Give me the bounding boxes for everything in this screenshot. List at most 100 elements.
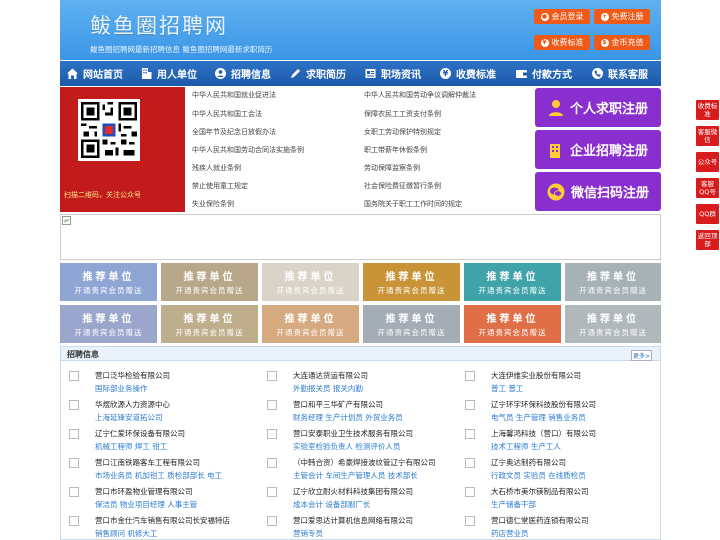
nav-jobs[interactable]: 招聘信息	[208, 61, 283, 86]
job-entry[interactable]: 营口德仁堂医药连锁有限公司 药店营业员	[461, 512, 651, 540]
company-name[interactable]: 营口和平三华矿产有限公司	[293, 399, 383, 410]
promo-tile[interactable]: 推荐单位 开通贵宾会员赠送	[565, 263, 661, 301]
pricing-button[interactable]: ¥ 收费标准	[534, 35, 590, 50]
sidebar-button[interactable]: 公众号	[696, 152, 719, 172]
sidebar-button[interactable]: QQ群	[696, 204, 719, 224]
job-titles[interactable]: 成本会计 设备部副厂长	[293, 499, 370, 510]
policy-link[interactable]: 禁止使用童工规定	[192, 181, 248, 191]
company-name[interactable]: 辽宁欣立耐火材料科技集团有限公司	[293, 486, 413, 497]
job-entry[interactable]: 营口泛华检验有限公司 国际部业务操作	[65, 367, 255, 395]
company-name[interactable]: 大连伊维实业股份有限公司	[491, 370, 581, 381]
policy-link[interactable]: 全国年节及纪念日放假办法	[192, 127, 276, 137]
job-titles[interactable]: 行政文员 实验员 在线质检员	[491, 470, 586, 481]
job-titles[interactable]: 电气员 生产管理 销售业务员	[491, 412, 586, 423]
promo-tile[interactable]: 推荐单位 开通贵宾会员赠送	[262, 305, 359, 343]
promo-tile[interactable]: 推荐单位 开通贵宾会员赠送	[363, 263, 460, 301]
promo-tile[interactable]: 推荐单位 开通贵宾会员赠送	[262, 263, 359, 301]
register-button[interactable]: + 免费注册	[594, 9, 650, 24]
promo-tile[interactable]: 推荐单位 开通贵宾会员赠送	[565, 305, 661, 343]
job-titles[interactable]: 上海延锋安道拓公司	[95, 412, 163, 423]
job-titles[interactable]: 药店营业员	[491, 528, 529, 539]
sidebar-button[interactable]: 返回顶部	[696, 230, 719, 250]
job-titles[interactable]: 实验室检验负责人 检测评价人员	[293, 441, 400, 452]
site-logo-title[interactable]: 鲅鱼圈招聘网	[90, 10, 228, 40]
job-titles[interactable]: 外勤报关员 报关内勤	[293, 383, 363, 394]
job-titles[interactable]: 市场业务员 机加钳工 质检部部长 电工	[95, 470, 222, 481]
policy-link[interactable]: 中华人民共和国工会法	[192, 109, 262, 119]
job-entry[interactable]: 大连通达货运有限公司 外勤报关员 报关内勤	[263, 367, 453, 395]
company-register-button[interactable]: 企业招聘注册	[535, 130, 661, 169]
more-link[interactable]: 更多>	[630, 350, 652, 361]
job-titles[interactable]: 生产储备干部	[491, 499, 536, 510]
company-name[interactable]: 营口德仁堂医药连锁有限公司	[491, 515, 589, 526]
job-entry[interactable]: 辽宁欣立耐火材料科技集团有限公司 成本会计 设备部副厂长	[263, 483, 453, 511]
sidebar-button[interactable]: 客服QQ号	[696, 178, 719, 198]
promo-tile[interactable]: 推荐单位 开通贵宾会员赠送	[161, 305, 258, 343]
job-titles[interactable]: 机械工程师 焊工 钳工	[95, 441, 167, 452]
company-name[interactable]: 营口爱思达计算机信息网络有限公司	[293, 515, 413, 526]
company-name[interactable]: 大连通达货运有限公司	[293, 370, 368, 381]
job-entry[interactable]: 营口市环盈物业管理有限公司 保洁员 物业项目经理 人事主管	[65, 483, 255, 511]
company-name[interactable]: 辽宁奥达制药有限公司	[491, 457, 566, 468]
wechat-register-button[interactable]: 微信扫码注册	[535, 172, 661, 211]
job-entry[interactable]: 大连伊维实业股份有限公司 普工 普工	[461, 367, 651, 395]
policy-link[interactable]: 中华人民共和国劳动争议调解仲裁法	[364, 90, 476, 100]
nav-pricing[interactable]: ¥ 收费标准	[433, 61, 509, 86]
nav-contact[interactable]: 联系客服	[585, 61, 661, 86]
policy-link[interactable]: 劳动保障监察条例	[364, 163, 420, 173]
company-name[interactable]: 大石桥市美尔镁制品有限公司	[491, 486, 589, 497]
job-entry[interactable]: 辽宁奥达制药有限公司行政文员 实验员 在线质检员	[461, 454, 651, 482]
sidebar-button[interactable]: 收费标准	[696, 100, 719, 120]
login-button[interactable]: ● 会员登录	[534, 9, 590, 24]
job-entry[interactable]: 辽宁环宇环保科技股份有限公司 电气员 生产管理 销售业务员	[461, 396, 651, 424]
job-entry[interactable]: 华煜欣源人力资源中心 上海延锋安道拓公司	[65, 396, 255, 424]
company-name[interactable]: （中韩合资）希豪焊接波纹管辽宁有限公司	[293, 457, 436, 468]
job-titles[interactable]: 主管会计 车间生产管理人员 技术部长	[293, 470, 418, 481]
promo-tile[interactable]: 推荐单位 开通贵宾会员赠送	[363, 305, 460, 343]
sidebar-button[interactable]: 客服微信	[696, 126, 719, 146]
recharge-button[interactable]: $ 金币充值	[594, 35, 650, 50]
job-titles[interactable]: 保洁员 物业项目经理 人事主管	[95, 499, 197, 510]
job-entry[interactable]: 上海馨鸿科技（营口）有限公司 技术工程师 生产工人	[461, 425, 651, 453]
promo-tile[interactable]: 推荐单位 开通贵宾会员赠送	[60, 305, 157, 343]
promo-tile[interactable]: 推荐单位 开通贵宾会员赠送	[464, 263, 561, 301]
job-entry[interactable]: 营口爱思达计算机信息网络有限公司 营销专员	[263, 512, 453, 540]
personal-register-button[interactable]: 个人求职注册	[535, 88, 661, 127]
job-entry[interactable]: 营口安泰职业卫生技术服务有限公司 实验室检验负责人 检测评价人员	[263, 425, 453, 453]
policy-link[interactable]: 中华人民共和国劳动合同法实施条例	[192, 145, 304, 155]
nav-employers[interactable]: 用人单位	[134, 61, 208, 86]
job-titles[interactable]: 国际部业务操作	[95, 383, 148, 394]
job-entry[interactable]: 营口市金仕汽车销售有限公司长安福特店 销售顾问 机修大工	[65, 512, 255, 540]
company-name[interactable]: 营口泛华检验有限公司	[95, 370, 170, 381]
company-name[interactable]: 营口安泰职业卫生技术服务有限公司	[293, 428, 413, 439]
promo-tile[interactable]: 推荐单位 开通贵宾会员赠送	[161, 263, 258, 301]
company-name[interactable]: 营口江南铁路客车工程有限公司	[95, 457, 200, 468]
policy-link[interactable]: 女职工劳动保护特别规定	[364, 127, 441, 137]
company-name[interactable]: 上海馨鸿科技（营口）有限公司	[491, 428, 596, 439]
nav-news[interactable]: 职场资讯	[358, 61, 433, 86]
promo-tile[interactable]: 推荐单位 开通贵宾会员赠送	[464, 305, 561, 343]
company-name[interactable]: 营口市环盈物业管理有限公司	[95, 486, 193, 497]
company-name[interactable]: 辽宁仁爱环保设备有限公司	[95, 428, 185, 439]
job-titles[interactable]: 技术工程师 生产工人	[491, 441, 561, 452]
policy-link[interactable]: 职工带薪年休假条例	[364, 145, 427, 155]
policy-link[interactable]: 残疾人就业条例	[192, 163, 241, 173]
policy-link[interactable]: 社会保险费征缴暂行条例	[364, 181, 441, 191]
job-titles[interactable]: 普工 普工	[491, 383, 523, 394]
company-name[interactable]: 辽宁环宇环保科技股份有限公司	[491, 399, 596, 410]
policy-link[interactable]: 保障农民工工资支付条例	[364, 109, 441, 119]
job-titles[interactable]: 财务经理 生产计划员 外贸业务员	[293, 412, 403, 423]
job-entry[interactable]: 大石桥市美尔镁制品有限公司 生产储备干部	[461, 483, 651, 511]
company-name[interactable]: 营口市金仕汽车销售有限公司长安福特店	[95, 515, 230, 526]
policy-link[interactable]: 国务院关于职工工作时间的规定	[364, 199, 462, 209]
job-entry[interactable]: （中韩合资）希豪焊接波纹管辽宁有限公司 主管会计 车间生产管理人员 技术部长	[263, 454, 453, 482]
job-entry[interactable]: 营口江南铁路客车工程有限公司市场业务员 机加钳工 质检部部长 电工	[65, 454, 255, 482]
promo-tile[interactable]: 推荐单位 开通贵宾会员赠送	[60, 263, 157, 301]
nav-resumes[interactable]: 求职简历	[283, 61, 358, 86]
policy-link[interactable]: 中华人民共和国就业促进法	[192, 90, 276, 100]
policy-link[interactable]: 失业保险条例	[192, 199, 234, 209]
job-entry[interactable]: 辽宁仁爱环保设备有限公司 机械工程师 焊工 钳工	[65, 425, 255, 453]
nav-payment[interactable]: 付款方式	[509, 61, 585, 86]
company-name[interactable]: 华煜欣源人力资源中心	[95, 399, 170, 410]
nav-home[interactable]: 网站首页	[60, 61, 134, 86]
